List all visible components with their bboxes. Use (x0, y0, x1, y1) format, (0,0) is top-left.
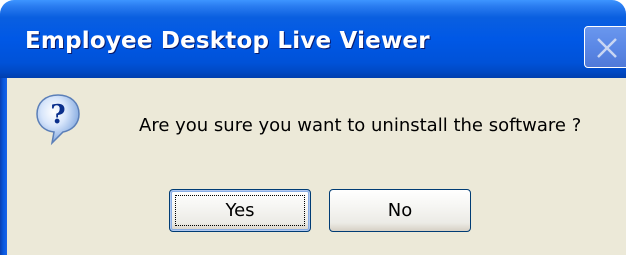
no-button-label: No (387, 200, 413, 221)
dialog-window: Employee Desktop Live Viewer ? Are you s… (0, 0, 626, 255)
close-icon (597, 38, 617, 58)
confirmation-message: Are you sure you want to uninstall the s… (139, 115, 582, 136)
svg-text:?: ? (50, 100, 65, 130)
yes-button-label: Yes (225, 200, 255, 221)
question-icon: ? (34, 92, 82, 146)
yes-button[interactable]: Yes (169, 189, 311, 232)
title-bar[interactable]: Employee Desktop Live Viewer (0, 0, 626, 78)
window-frame-left (0, 78, 7, 255)
window-title: Employee Desktop Live Viewer (25, 28, 430, 54)
no-button[interactable]: No (329, 189, 471, 232)
dialog-body (0, 78, 626, 255)
close-button[interactable] (584, 26, 626, 68)
